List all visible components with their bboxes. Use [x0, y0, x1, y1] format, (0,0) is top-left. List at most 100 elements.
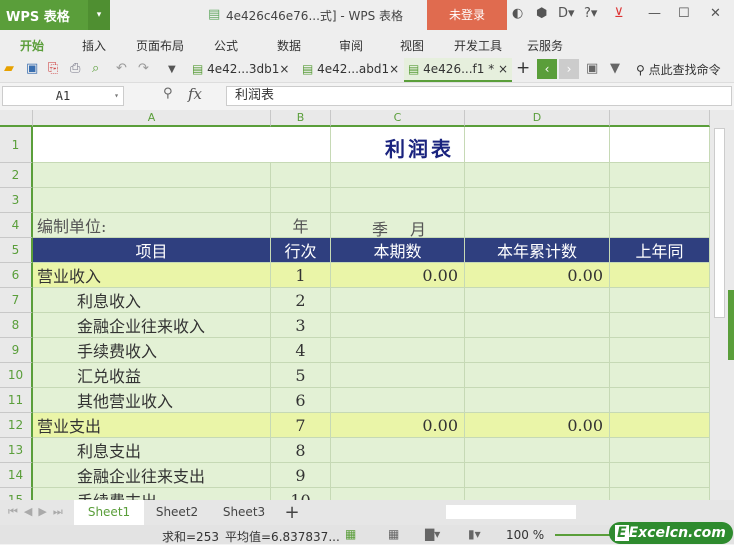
cell[interactable]: 3 [271, 313, 331, 338]
cell[interactable] [610, 313, 710, 338]
zoom-level[interactable]: 100 % [506, 528, 544, 542]
doc-tab[interactable]: ▤ 4e42...3db1× [188, 58, 298, 82]
undo-icon[interactable]: ↶ [116, 61, 127, 76]
menu-review[interactable]: 审阅 [339, 37, 363, 54]
row-header[interactable]: 9 [0, 338, 33, 363]
cell[interactable] [465, 463, 610, 488]
menu-developer[interactable]: 开发工具 [454, 37, 502, 54]
row-header[interactable]: 12 [0, 413, 33, 438]
cell[interactable] [465, 338, 610, 363]
cell[interactable]: 0.00 [465, 413, 610, 438]
doc-tab-active[interactable]: ▤ 4e426...f1 * × [404, 58, 512, 82]
cell[interactable] [331, 288, 465, 313]
spreadsheet-grid[interactable]: A B C D 1 利润表 2 3 4 编制单位: 年季月 5 项目 行次 本期数 本年累计数 上年同 6… [0, 110, 710, 500]
present-icon[interactable]: ▣ [586, 61, 598, 76]
zoom-slider[interactable] [555, 534, 615, 536]
cell[interactable] [610, 263, 710, 288]
cell[interactable]: 2 [271, 288, 331, 313]
cell[interactable] [610, 127, 710, 163]
cell[interactable] [465, 163, 610, 188]
eye-protection-icon[interactable]: ▮▾ [468, 527, 481, 541]
cell[interactable] [465, 288, 610, 313]
cell[interactable] [465, 363, 610, 388]
tab-scroll-right-button[interactable]: › [559, 59, 579, 79]
cell[interactable] [33, 188, 271, 213]
row-header[interactable]: 5 [0, 238, 33, 263]
cell[interactable]: 6 [271, 388, 331, 413]
cell[interactable] [610, 388, 710, 413]
menu-home[interactable]: 开始 [20, 37, 44, 54]
sheet-tab[interactable]: Sheet3 [210, 500, 278, 525]
side-panel-toggle[interactable] [728, 290, 734, 360]
cell[interactable] [610, 338, 710, 363]
cell[interactable]: 金融企业往来收入 [33, 313, 271, 338]
format-icon[interactable]: ▼ [610, 61, 620, 76]
cell[interactable] [465, 488, 610, 500]
more-dropdown-icon[interactable]: ▼ [168, 64, 176, 75]
horizontal-scrollbar[interactable] [416, 505, 696, 519]
row-header[interactable]: 11 [0, 388, 33, 413]
new-tab-button[interactable]: + [516, 58, 530, 78]
cell[interactable]: 营业支出 [33, 413, 271, 438]
cell[interactable] [271, 127, 331, 163]
cell[interactable] [33, 127, 271, 163]
cell[interactable]: 手续费支出 [33, 488, 271, 500]
header-cell[interactable]: 上年同 [610, 238, 710, 263]
minimize-button[interactable]: — [648, 6, 661, 21]
row-header[interactable]: 2 [0, 163, 33, 188]
column-header[interactable]: A [33, 110, 271, 127]
header-cell[interactable]: 本年累计数 [465, 238, 610, 263]
normal-view-icon[interactable]: ▦ [345, 527, 356, 541]
cell[interactable] [610, 213, 710, 238]
menu-data[interactable]: 数据 [277, 37, 301, 54]
chevron-down-icon[interactable]: ▾ [114, 87, 119, 105]
cell[interactable] [465, 213, 610, 238]
sheet-tab-active[interactable]: Sheet1 [74, 500, 144, 525]
print-preview-icon[interactable]: ⌕ [92, 61, 99, 76]
settings-icon[interactable]: ⬢ [536, 6, 547, 21]
cell[interactable] [610, 188, 710, 213]
cell[interactable]: 0.00 [331, 263, 465, 288]
cell[interactable] [465, 388, 610, 413]
cell[interactable] [331, 188, 465, 213]
cell[interactable]: 营业收入 [33, 263, 271, 288]
row-header[interactable]: 6 [0, 263, 33, 288]
cell[interactable]: 手续费收入 [33, 338, 271, 363]
cell[interactable] [331, 438, 465, 463]
maximize-button[interactable]: ☐ [678, 6, 690, 21]
column-header[interactable]: C [331, 110, 465, 127]
formula-input[interactable]: 利润表 [226, 86, 732, 106]
cell[interactable] [331, 163, 465, 188]
command-search[interactable]: ⚲ 点此查找命令 [636, 61, 721, 78]
vertical-scrollbar[interactable] [710, 110, 734, 500]
cell[interactable]: 5 [271, 363, 331, 388]
cell[interactable] [465, 188, 610, 213]
row-header[interactable]: 15 [0, 488, 33, 500]
column-header[interactable]: B [271, 110, 331, 127]
row-header[interactable]: 7 [0, 288, 33, 313]
row-header[interactable]: 10 [0, 363, 33, 388]
open-icon[interactable]: ▰ [4, 61, 14, 76]
cell[interactable] [331, 463, 465, 488]
cell[interactable]: 其他营业收入 [33, 388, 271, 413]
header-cell[interactable]: 项目 [33, 238, 271, 263]
zoom-formula-icon[interactable]: ⚲ [163, 86, 173, 101]
cell[interactable] [331, 388, 465, 413]
cell[interactable]: 1 [271, 263, 331, 288]
cell[interactable] [610, 413, 710, 438]
cell[interactable]: 7 [271, 413, 331, 438]
cell[interactable]: 10 [271, 488, 331, 500]
row-header[interactable]: 14 [0, 463, 33, 488]
scroll-thumb[interactable] [446, 505, 576, 519]
login-button[interactable]: 未登录 [427, 0, 507, 30]
tab-scroll-left-button[interactable]: ‹ [537, 59, 557, 79]
fx-button[interactable]: fx [188, 85, 202, 103]
menu-page-layout[interactable]: 页面布局 [136, 37, 184, 54]
skin-icon[interactable]: ◐ [512, 6, 523, 21]
cell[interactable]: 0.00 [465, 263, 610, 288]
menu-cloud[interactable]: 云服务 [527, 37, 563, 54]
row-header[interactable]: 4 [0, 213, 33, 238]
menu-insert[interactable]: 插入 [82, 37, 106, 54]
select-all-corner[interactable] [0, 110, 33, 127]
cell[interactable] [610, 488, 710, 500]
